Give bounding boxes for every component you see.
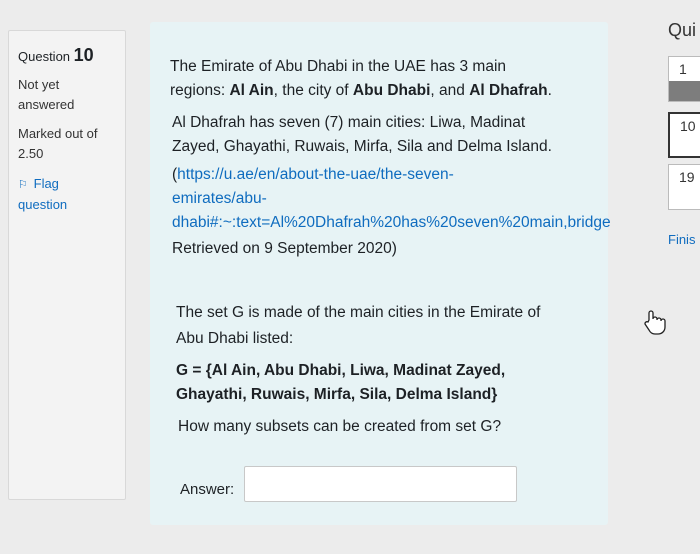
region-al-ain: Al Ain bbox=[229, 82, 274, 99]
nav-question-19[interactable]: 19 bbox=[668, 164, 700, 210]
question-info-panel: Question 10 Not yet answered Marked out … bbox=[8, 30, 126, 500]
quiz-navigation-title: Qui bbox=[668, 20, 697, 40]
question-content: The Emirate of Abu Dhabi in the UAE has … bbox=[150, 22, 611, 525]
status-line-2: answered bbox=[18, 97, 75, 112]
region-al-dhafrah: Al Dhafrah bbox=[469, 82, 548, 99]
nav-number: 1 bbox=[679, 61, 687, 77]
nav-number: 19 bbox=[679, 169, 695, 185]
status-line-1: Not yet bbox=[18, 77, 60, 92]
marked-line-2: 2.50 bbox=[18, 146, 44, 161]
region-abu-dhabi: Abu Dhabi bbox=[352, 82, 431, 99]
set-description-line-1: The set G is made of the main cities in … bbox=[176, 304, 541, 321]
question-number-label: Question 10 bbox=[18, 45, 94, 66]
marked-line-1: Marked out of bbox=[18, 126, 98, 141]
answered-indicator bbox=[669, 81, 700, 101]
text: regions: bbox=[170, 82, 230, 99]
marked-out-of: Marked out of 2.50 bbox=[18, 124, 98, 164]
text: . bbox=[547, 82, 552, 99]
flag-line-1: Flag bbox=[33, 176, 59, 191]
set-description-line-2: Abu Dhabi listed: bbox=[176, 330, 294, 347]
retrieved-date: Retrieved on 9 September 2020) bbox=[172, 240, 397, 257]
question-prompt: How many subsets can be created from set… bbox=[178, 418, 502, 435]
set-g-line-1: G = {Al Ain, Abu Dhabi, Liwa, Madinat Za… bbox=[176, 362, 506, 379]
question-status: Not yet answered bbox=[18, 75, 74, 115]
source-link[interactable]: https://u.ae/en/about-the-uae/the-seven- bbox=[177, 166, 454, 183]
flag-icon: ⚐ bbox=[18, 179, 28, 191]
text: , and bbox=[430, 82, 470, 99]
source-link-line-2[interactable]: emirates/abu- bbox=[172, 186, 267, 212]
set-g-line-2: Ghayathi, Ruwais, Mirfa, Sila, Delma Isl… bbox=[176, 386, 498, 403]
answer-label: Answer: bbox=[180, 481, 235, 498]
intro-line-2: regions: Al Ain, the city of Abu Dhabi, … bbox=[170, 78, 552, 104]
question-prefix: Question bbox=[18, 49, 71, 64]
nav-question-10[interactable]: 10 bbox=[668, 112, 700, 158]
nav-question-1[interactable]: 1 bbox=[668, 56, 700, 102]
flag-line-2: question bbox=[18, 197, 68, 212]
intro-line-1: The Emirate of Abu Dhabi in the UAE has … bbox=[170, 58, 507, 75]
text: , the city of bbox=[273, 82, 353, 99]
answer-input[interactable] bbox=[244, 466, 517, 502]
question-number: 10 bbox=[73, 45, 94, 65]
cities-line-1: Al Dhafrah has seven (7) main cities: Li… bbox=[172, 114, 526, 131]
source-link-line-3[interactable]: dhabi#:~:text=Al%20Dhafrah%20has%20seven… bbox=[172, 210, 611, 236]
finish-attempt-link[interactable]: Finis bbox=[668, 232, 695, 247]
source-link-line-1: (https://u.ae/en/about-the-uae/the-seven… bbox=[172, 162, 454, 188]
hand-cursor-icon bbox=[644, 310, 666, 335]
flag-question-button[interactable]: ⚐ Flag question bbox=[18, 174, 67, 215]
nav-number: 10 bbox=[680, 118, 696, 134]
cities-line-2: Zayed, Ghayathi, Ruwais, Mirfa, Sila and… bbox=[172, 138, 552, 155]
